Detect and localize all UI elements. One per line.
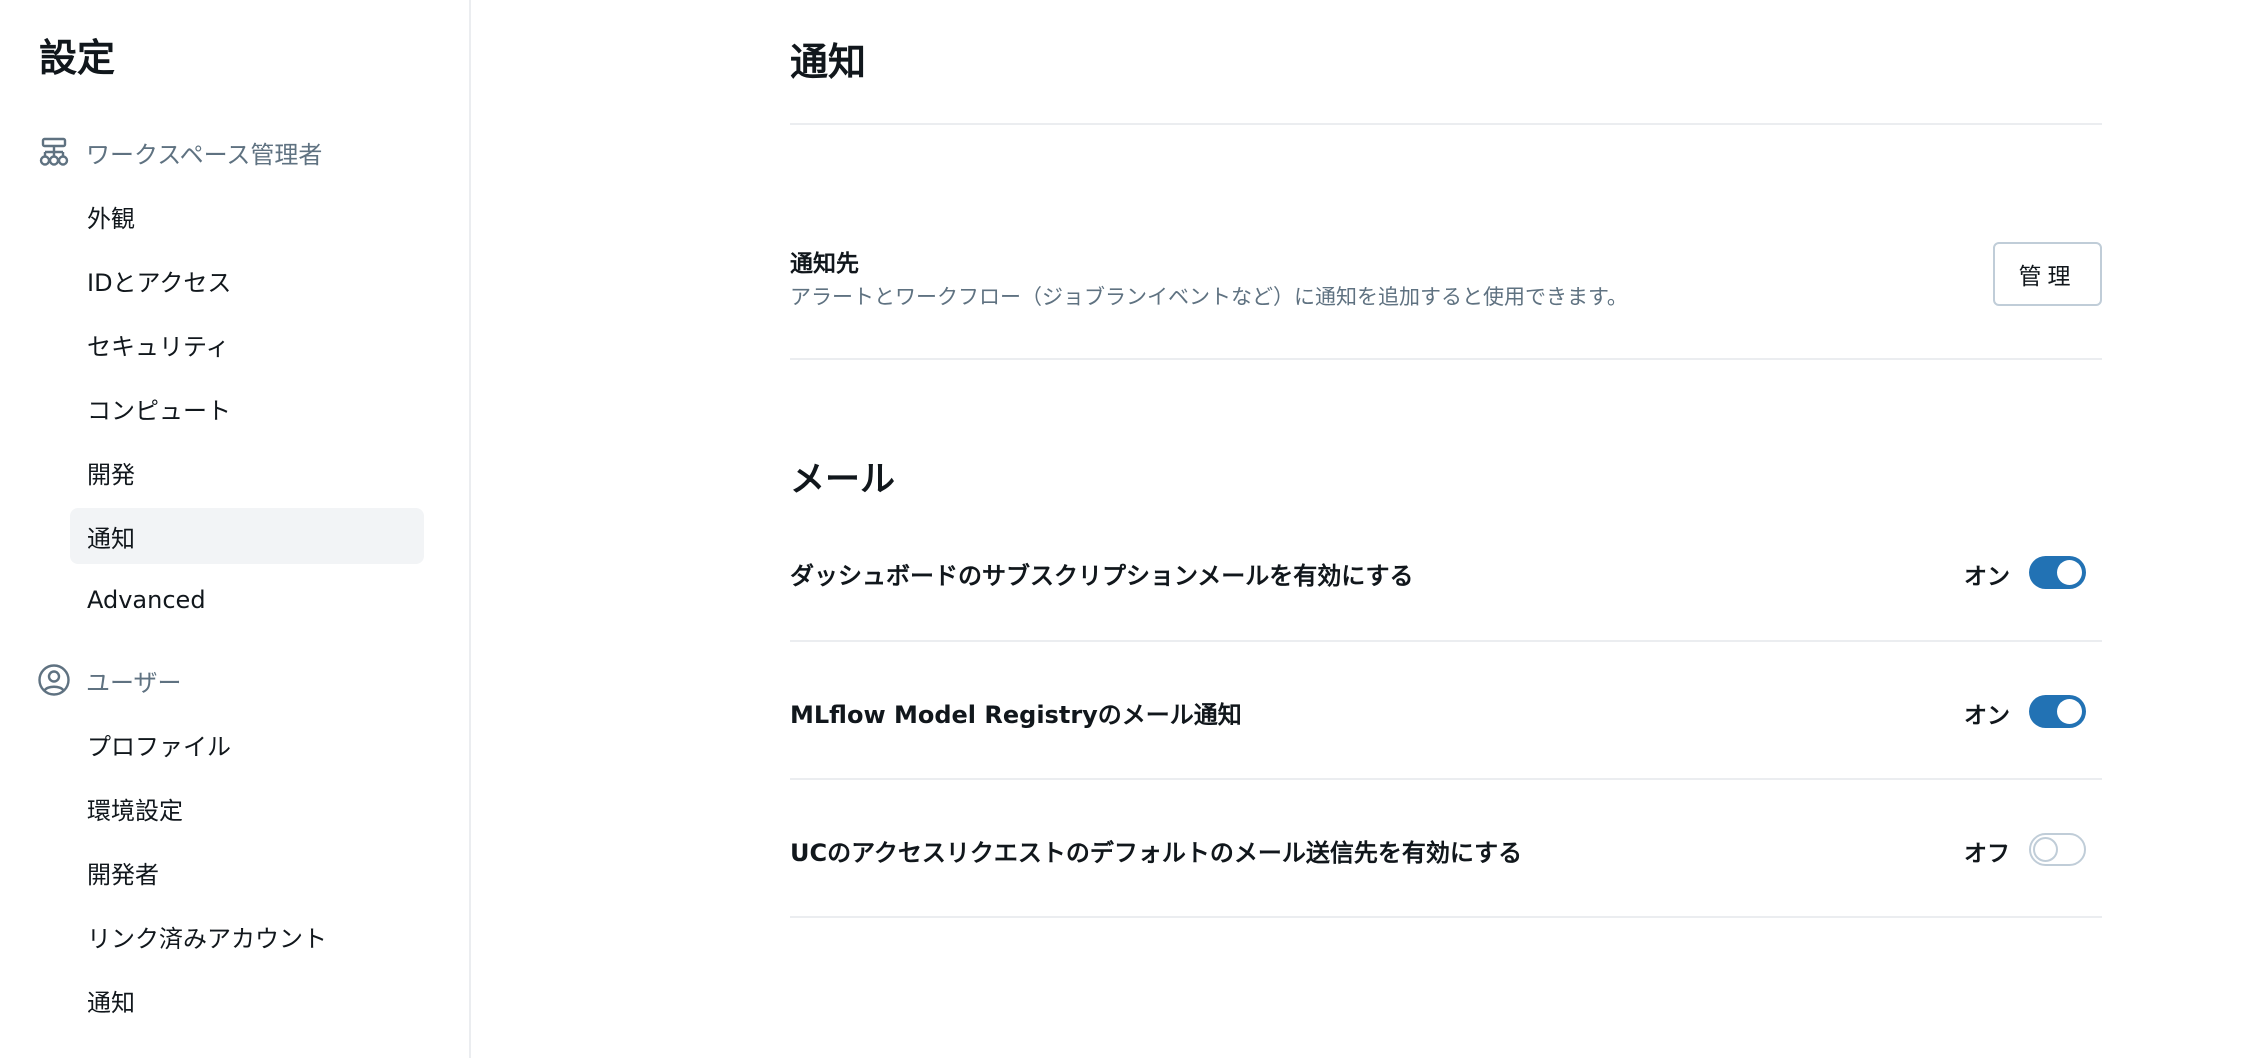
- toggle-knob: [2033, 837, 2058, 862]
- uc-access-request-email-label: UCのアクセスリクエストのデフォルトのメール送信先を有効にする: [790, 839, 1523, 867]
- sidebar-item-label: IDとアクセス: [87, 268, 232, 297]
- sidebar-item-label: 通知: [87, 988, 135, 1017]
- sidebar-item-preferences[interactable]: 環境設定: [70, 780, 424, 836]
- dashboard-subscription-email-toggle[interactable]: [2029, 556, 2086, 589]
- main-content: 通知 通知先 アラートとワークフロー（ジョブランイベントなど）に通知を追加すると…: [790, 0, 2102, 1058]
- divider: [790, 778, 2102, 780]
- sidebar-item-identity-access[interactable]: IDとアクセス: [70, 252, 424, 308]
- user-circle-icon: [36, 662, 72, 698]
- mlflow-registry-email-label: MLflow Model Registryのメール通知: [790, 701, 1242, 729]
- mlflow-registry-email-state: オン: [1964, 703, 2010, 729]
- destinations-title: 通知先: [790, 251, 859, 277]
- group-label-workspace-admin: ワークスペース管理者: [86, 140, 323, 169]
- toggle-knob: [2057, 699, 2082, 724]
- sidebar-item-label: セキュリティ: [87, 332, 230, 361]
- sidebar-item-label: 開発者: [87, 860, 159, 889]
- sidebar-item-label: 環境設定: [87, 796, 183, 825]
- group-header-workspace-admin: ワークスペース管理者: [36, 132, 322, 172]
- sidebar-item-label: 外観: [87, 204, 135, 233]
- toggle-knob: [2057, 560, 2082, 585]
- sidebar-item-developer[interactable]: 開発者: [70, 844, 424, 900]
- mlflow-registry-email-toggle[interactable]: [2029, 695, 2086, 728]
- email-section-title: メール: [790, 460, 896, 500]
- sidebar-item-appearance[interactable]: 外観: [70, 188, 424, 244]
- sidebar-item-label: リンク済みアカウント: [87, 924, 327, 953]
- divider: [790, 358, 2102, 360]
- sidebar-item-label: Advanced: [87, 586, 206, 614]
- sidebar-item-development[interactable]: 開発: [70, 444, 424, 500]
- group-label-user: ユーザー: [86, 668, 182, 697]
- dashboard-subscription-email-label: ダッシュボードのサブスクリプションメールを有効にする: [790, 562, 1414, 590]
- workspace-admin-icon: [36, 134, 72, 170]
- sidebar-item-label: プロファイル: [87, 732, 231, 761]
- page-title: 通知: [790, 40, 867, 84]
- uc-access-request-email-toggle[interactable]: [2029, 833, 2086, 866]
- sidebar-title: 設定: [39, 36, 116, 80]
- sidebar-item-label: 開発: [87, 460, 135, 489]
- sidebar-item-user-notifications[interactable]: 通知: [70, 972, 424, 1028]
- uc-access-request-email-state: オフ: [1964, 841, 2010, 867]
- sidebar-item-advanced[interactable]: Advanced: [70, 572, 424, 628]
- sidebar-item-notifications[interactable]: 通知: [70, 508, 424, 564]
- divider: [790, 123, 2102, 125]
- sidebar-item-profile[interactable]: プロファイル: [70, 716, 424, 772]
- sidebar-item-security[interactable]: セキュリティ: [70, 316, 424, 372]
- sidebar-item-compute[interactable]: コンピュート: [70, 380, 424, 436]
- group-header-user: ユーザー: [36, 660, 182, 700]
- manage-destinations-button[interactable]: 管理: [1993, 242, 2102, 306]
- divider: [790, 640, 2102, 642]
- destinations-description: アラートとワークフロー（ジョブランイベントなど）に通知を追加すると使用できます。: [790, 285, 1628, 309]
- sidebar-item-label: コンピュート: [87, 396, 231, 425]
- dashboard-subscription-email-state: オン: [1964, 564, 2010, 590]
- sidebar-item-linked-accounts[interactable]: リンク済みアカウント: [70, 908, 424, 964]
- settings-sidebar: 設定 ワークスペース管理者 外観 IDとアクセス セキュリティ コンピュート 開…: [0, 0, 471, 1058]
- sidebar-item-label: 通知: [87, 524, 135, 553]
- divider: [790, 916, 2102, 918]
